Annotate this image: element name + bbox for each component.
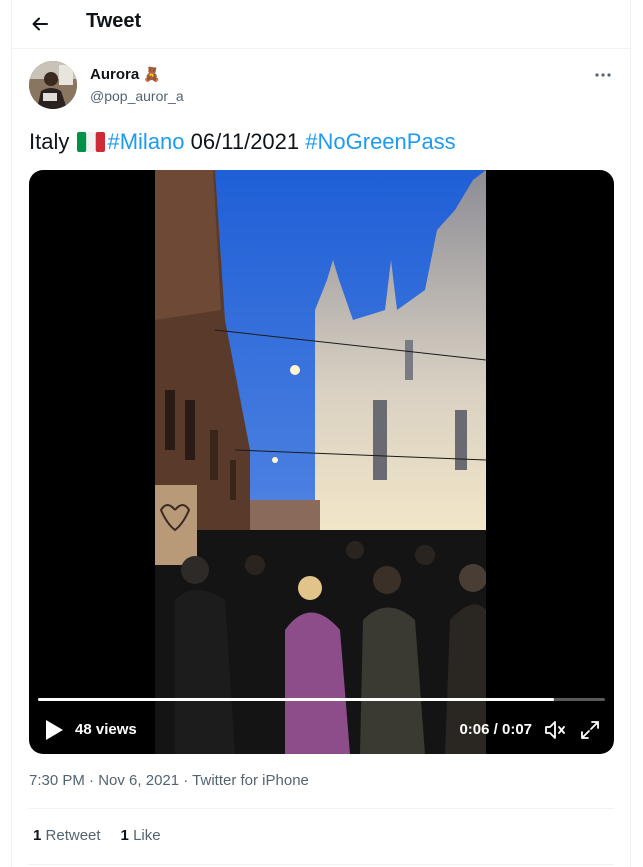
tweet-source[interactable]: Twitter for iPhone xyxy=(192,772,309,789)
likes-stat[interactable]: 1 Like xyxy=(121,827,161,844)
retweets-count: 1 xyxy=(33,827,42,844)
hashtag-milano[interactable]: #Milano xyxy=(107,129,184,154)
arrow-left-icon xyxy=(32,17,48,31)
retweets-stat[interactable]: 1 Retweet xyxy=(33,827,101,844)
view-count: 48 views xyxy=(75,721,137,738)
italy-flag-icon xyxy=(77,132,106,152)
video-frame xyxy=(155,170,486,754)
fullscreen-icon[interactable] xyxy=(578,718,602,742)
likes-count: 1 xyxy=(120,827,129,844)
tweet-time[interactable]: 7:30 PM xyxy=(29,772,85,789)
divider xyxy=(29,864,614,865)
meta-separator: · xyxy=(179,772,193,789)
retweets-label: Retweet xyxy=(45,827,101,844)
play-icon[interactable] xyxy=(43,718,65,742)
divider xyxy=(29,808,614,809)
tweet-date[interactable]: Nov 6, 2021 xyxy=(98,772,179,789)
tweet-metadata: 7:30 PM · Nov 6, 2021 · Twitter for iPho… xyxy=(29,772,309,789)
tweet-text: Italy #Milano 06/11/2021 #NoGreenPass xyxy=(29,128,456,156)
meta-separator: · xyxy=(84,772,99,789)
hashtag-nogreenpass[interactable]: #NoGreenPass xyxy=(305,129,455,154)
page-title: Tweet xyxy=(86,10,142,32)
more-horizontal-icon xyxy=(595,73,611,77)
author-display-name: Aurora xyxy=(90,66,140,83)
more-options-button[interactable] xyxy=(590,62,616,88)
video-progress-fill xyxy=(38,698,554,701)
tweet-stats: 1 Retweet 1 Like xyxy=(33,827,161,844)
teddy-bear-icon: 🧸 xyxy=(143,66,161,82)
volume-muted-icon[interactable] xyxy=(543,718,567,742)
video-player[interactable]: 48 views 0:06 / 0:07 xyxy=(29,170,614,754)
author-handle[interactable]: @pop_auror_a xyxy=(90,88,184,104)
tweet-text-prefix: Italy xyxy=(29,129,70,154)
video-progress-bar[interactable] xyxy=(38,698,605,701)
avatar[interactable] xyxy=(29,61,77,109)
author-name[interactable]: Aurora 🧸 xyxy=(90,66,161,83)
likes-label: Like xyxy=(133,827,161,844)
tweet-page: Tweet Aurora 🧸 @pop_auror_a Italy #Milan… xyxy=(11,0,631,867)
back-button[interactable] xyxy=(24,8,56,40)
page-header: Tweet xyxy=(12,0,630,49)
tweet-date-text: 06/11/2021 xyxy=(190,129,300,154)
video-timecode: 0:06 / 0:07 xyxy=(459,721,532,738)
